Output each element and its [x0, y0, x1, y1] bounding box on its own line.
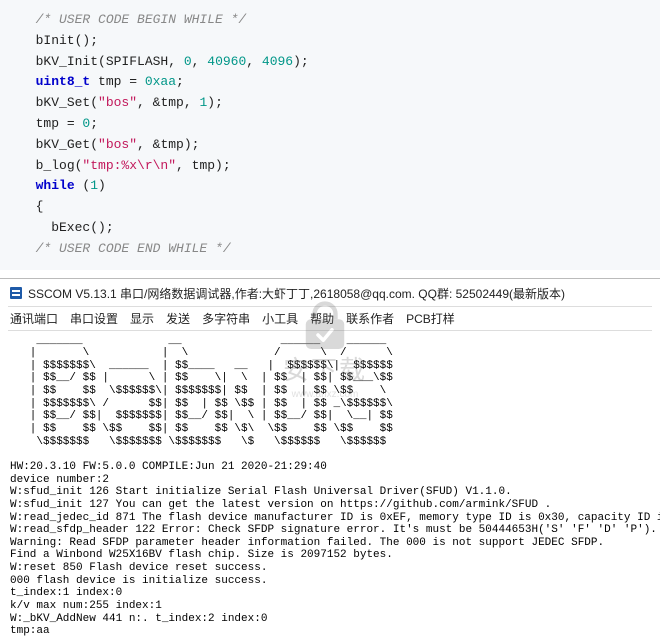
- code-line: bInit();: [20, 31, 660, 52]
- terminal-output: _______ __ ______ ______ | \ | \ / \ / \…: [8, 331, 652, 638]
- menu-item[interactable]: 联系作者: [346, 310, 394, 327]
- sscom-menu-bar: 通讯端口串口设置显示发送多字符串小工具帮助联系作者 PCB打样: [8, 307, 652, 331]
- code-line: while (1): [20, 176, 660, 197]
- code-line: tmp = 0;: [20, 114, 660, 135]
- menu-item[interactable]: 多字符串: [202, 310, 250, 327]
- menu-item[interactable]: 帮助: [310, 310, 334, 327]
- code-line: b_log("tmp:%x\r\n", tmp);: [20, 156, 660, 177]
- code-line: /* USER CODE BEGIN WHILE */: [20, 10, 660, 31]
- code-line: bKV_Set("bos", &tmp, 1);: [20, 93, 660, 114]
- sscom-window: SSCOM V5.13.1 串口/网络数据调试器,作者:大虾丁丁,2618058…: [0, 279, 660, 638]
- code-line: uint8_t tmp = 0xaa;: [20, 72, 660, 93]
- code-line: bExec();: [20, 218, 660, 239]
- menu-item[interactable]: 发送: [166, 310, 190, 327]
- menu-item[interactable]: 显示: [130, 310, 154, 327]
- code-editor-panel: /* USER CODE BEGIN WHILE */ bInit(); bKV…: [0, 0, 660, 270]
- sscom-title-text: SSCOM V5.13.1 串口/网络数据调试器,作者:大虾丁丁,2618058…: [28, 285, 565, 302]
- code-line: bKV_Init(SPIFLASH, 0, 40960, 4096);: [20, 52, 660, 73]
- menu-item[interactable]: 串口设置: [70, 310, 118, 327]
- code-line: bKV_Get("bos", &tmp);: [20, 135, 660, 156]
- sscom-titlebar: SSCOM V5.13.1 串口/网络数据调试器,作者:大虾丁丁,2618058…: [8, 283, 652, 307]
- menu-item[interactable]: 小工具: [262, 310, 298, 327]
- sscom-app-icon: [8, 285, 24, 301]
- menu-item[interactable]: 通讯端口: [10, 310, 58, 327]
- code-line: {: [20, 197, 660, 218]
- menu-item[interactable]: PCB打样: [406, 310, 455, 327]
- code-line: /* USER CODE END WHILE */: [20, 239, 660, 260]
